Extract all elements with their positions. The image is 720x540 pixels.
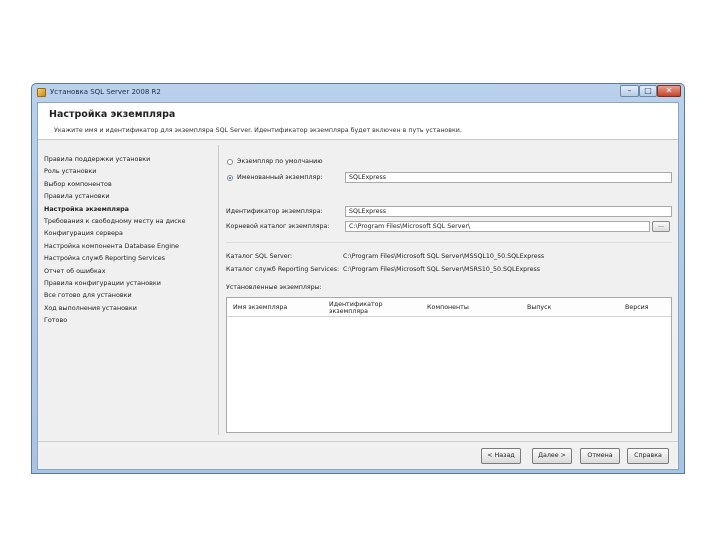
nav-step-item[interactable]: Готово xyxy=(44,314,214,326)
instance-config-panel: Экземпляр по умолчанию Именованный экзем… xyxy=(226,145,672,435)
nav-step-item[interactable]: Требования к свободному месту на диске xyxy=(44,215,214,227)
column-header-version[interactable]: Версия xyxy=(625,298,665,317)
nav-step-item[interactable]: Настройка экземпляра xyxy=(44,203,214,215)
named-instance-field[interactable]: SQLExpress xyxy=(345,172,672,183)
page-title: Настройка экземпляра xyxy=(49,109,176,120)
nav-step-item[interactable]: Правила установки xyxy=(44,190,214,202)
sql-dir-value: C:\Program Files\Microsoft SQL Server\MS… xyxy=(343,253,545,260)
named-instance-radio[interactable] xyxy=(227,175,233,181)
title-bar[interactable]: Установка SQL Server 2008 R2 – □ ✕ xyxy=(32,84,684,102)
column-header-components[interactable]: Компоненты xyxy=(427,298,507,317)
column-header-name[interactable]: Имя экземпляра xyxy=(233,298,323,317)
window-client-area: Настройка экземпляра Укажите имя и идент… xyxy=(37,102,679,470)
close-button[interactable]: ✕ xyxy=(657,85,681,97)
nav-step-item[interactable]: Роль установки xyxy=(44,165,214,177)
section-separator xyxy=(226,242,672,243)
instance-id-field[interactable]: SQLExpress xyxy=(345,206,672,217)
next-button[interactable]: Далее > xyxy=(532,448,572,464)
nav-step-item[interactable]: Отчет об ошибках xyxy=(44,265,214,277)
nav-step-item[interactable]: Правила поддержки установки xyxy=(44,153,214,165)
page-description: Укажите имя и идентификатор для экземпля… xyxy=(54,127,462,134)
maximize-button[interactable]: □ xyxy=(639,85,657,97)
wizard-buttons: < Назад Далее > Отмена Справка xyxy=(38,441,678,469)
window-title: Установка SQL Server 2008 R2 xyxy=(50,88,161,96)
browse-button[interactable]: ... xyxy=(652,221,670,232)
app-icon xyxy=(37,88,46,97)
rs-dir-value: C:\Program Files\Microsoft SQL Server\MS… xyxy=(343,266,541,273)
column-header-id[interactable]: Идентификатор экземпляра xyxy=(329,298,399,317)
nav-step-item[interactable]: Настройка компонента Database Engine xyxy=(44,240,214,252)
back-button[interactable]: < Назад xyxy=(481,448,521,464)
column-header-edition[interactable]: Выпуск xyxy=(527,298,587,317)
rs-dir-label: Каталог служб Reporting Services: xyxy=(226,266,340,273)
page-header: Настройка экземпляра Укажите имя и идент… xyxy=(38,103,678,140)
help-button[interactable]: Справка xyxy=(627,448,669,464)
minimize-button[interactable]: – xyxy=(620,85,639,97)
table-header: Имя экземпляра Идентификатор экземпляра … xyxy=(227,298,671,317)
named-instance-label[interactable]: Именованный экземпляр: xyxy=(237,174,322,181)
default-instance-radio[interactable] xyxy=(227,159,233,165)
nav-step-item[interactable]: Выбор компонентов xyxy=(44,178,214,190)
nav-step-item[interactable]: Все готово для установки xyxy=(44,289,214,301)
nav-step-item[interactable]: Ход выполнения установки xyxy=(44,302,214,314)
nav-step-item[interactable]: Правила конфигурации установки xyxy=(44,277,214,289)
sql-dir-label: Каталог SQL Server: xyxy=(226,253,293,260)
cancel-button[interactable]: Отмена xyxy=(580,448,620,464)
nav-step-item[interactable]: Конфигурация сервера xyxy=(44,227,214,239)
root-dir-field[interactable]: C:\Program Files\Microsoft SQL Server\ xyxy=(345,221,650,232)
installed-instances-label: Установленные экземпляры: xyxy=(226,284,322,291)
nav-divider xyxy=(218,145,219,435)
installed-instances-table[interactable]: Имя экземпляра Идентификатор экземпляра … xyxy=(226,297,672,433)
installer-window: Установка SQL Server 2008 R2 – □ ✕ Настр… xyxy=(31,83,685,474)
root-dir-label: Корневой каталог экземпляра: xyxy=(226,223,330,230)
nav-step-item[interactable]: Настройка служб Reporting Services xyxy=(44,252,214,264)
steps-nav: Правила поддержки установки Роль установк… xyxy=(44,153,214,326)
default-instance-label[interactable]: Экземпляр по умолчанию xyxy=(237,158,323,165)
instance-id-label: Идентификатор экземпляра: xyxy=(226,208,323,215)
